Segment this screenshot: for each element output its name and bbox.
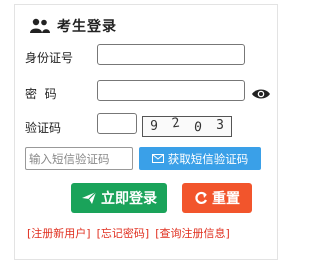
reset-button-label: 重置 <box>212 191 240 207</box>
eye-icon[interactable] <box>251 87 271 101</box>
login-panel: 考生登录 身份证号 密 码 验证码 9 2 0 3 获取短信验证码 立即登录 <box>14 4 278 260</box>
mail-icon <box>151 154 164 163</box>
page-title: 考生登录 <box>57 19 117 35</box>
id-number-input[interactable] <box>97 44 245 65</box>
login-button-label: 立即登录 <box>101 191 157 207</box>
get-sms-code-button[interactable]: 获取短信验证码 <box>139 147 261 170</box>
password-input[interactable] <box>97 80 245 101</box>
send-icon <box>82 191 97 204</box>
refresh-icon <box>195 191 208 205</box>
captcha-digit: 0 <box>193 119 203 136</box>
query-registration-link[interactable]: [查询注册信息] <box>155 225 230 241</box>
captcha-digit: 2 <box>171 115 181 132</box>
captcha-digit: 3 <box>216 118 224 133</box>
captcha-image[interactable]: 9 2 0 3 <box>142 116 232 137</box>
footer-links: [注册新用户] [忘记密码] [查询注册信息] <box>27 225 297 241</box>
captcha-digit: 9 <box>150 119 158 134</box>
password-label: 密 码 <box>25 87 57 101</box>
sms-button-label: 获取短信验证码 <box>167 151 249 166</box>
id-number-label: 身份证号 <box>25 51 74 65</box>
captcha-label: 验证码 <box>25 121 62 135</box>
sms-code-input[interactable] <box>25 147 133 170</box>
register-link[interactable]: [注册新用户] <box>27 225 91 241</box>
users-icon <box>30 18 50 33</box>
login-button[interactable]: 立即登录 <box>71 183 167 213</box>
panel-header: 考生登录 <box>29 15 189 37</box>
captcha-input[interactable] <box>97 113 137 134</box>
forgot-password-link[interactable]: [忘记密码] <box>97 225 150 241</box>
reset-button[interactable]: 重置 <box>182 183 252 213</box>
